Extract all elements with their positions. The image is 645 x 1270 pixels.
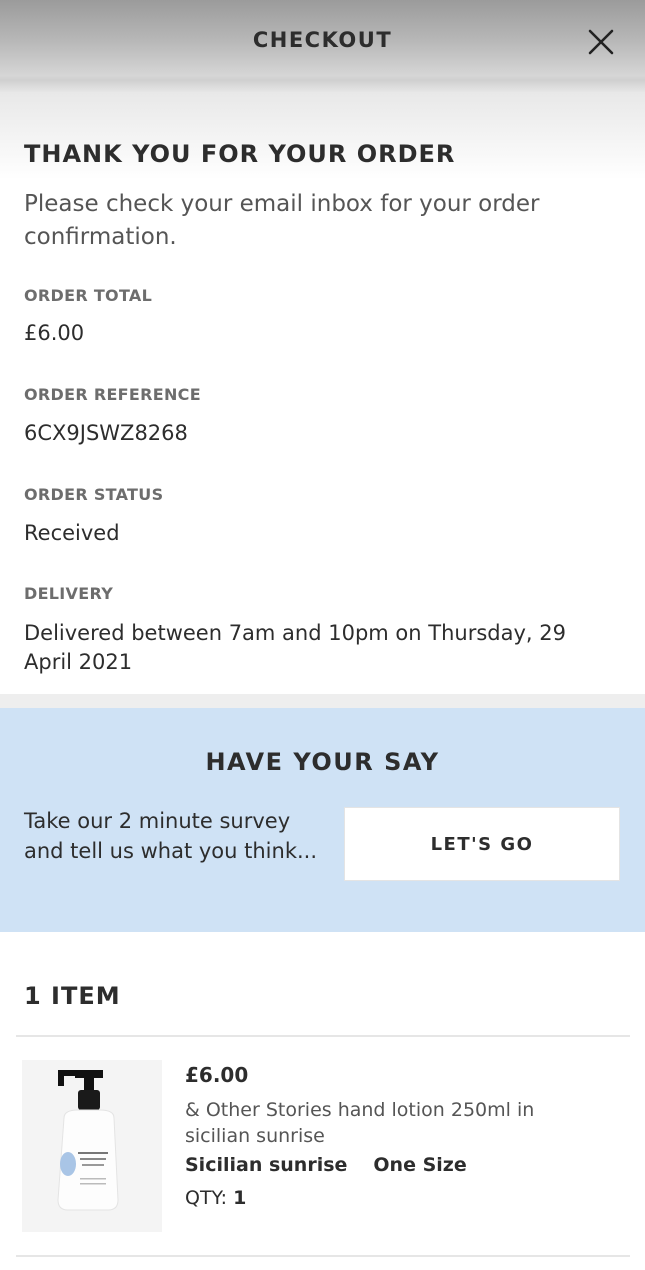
lets-go-button[interactable]: LET'S GO [344,807,620,881]
qty-label: QTY: [185,1187,228,1209]
qty-value: 1 [233,1187,247,1209]
confirmation-subtitle: Please check your email inbox for your o… [24,191,540,250]
item-variant: Sicilian sunrise One Size [185,1154,467,1176]
order-total-value: £6.00 [24,321,85,345]
item-size: One Size [373,1154,467,1176]
item-quantity: QTY: 1 [185,1187,246,1209]
order-status-label: ORDER STATUS [24,485,164,504]
delivery-value: Delivered between 7am and 10pm on Thursd… [24,621,566,674]
order-reference-value: 6CX9JSWZ8268 [24,421,188,445]
delivery-label: DELIVERY [24,584,114,603]
confirmation-title: THANK YOU FOR YOUR ORDER [24,140,456,168]
order-total-label: ORDER TOTAL [24,286,153,305]
section-divider [0,694,645,708]
items-divider-top [16,1035,630,1037]
items-divider-bottom [16,1255,630,1257]
hand-lotion-bottle-image [22,1060,162,1232]
order-reference-label: ORDER REFERENCE [24,385,201,404]
item-name[interactable]: & Other Stories hand lotion 250ml in sic… [185,1097,605,1149]
header-bar: CHECKOUT [0,0,645,92]
items-count: 1 ITEM [24,982,121,1010]
survey-title: HAVE YOUR SAY [205,748,440,776]
order-status-value: Received [24,521,120,545]
page-title: CHECKOUT [252,28,393,52]
item-price: £6.00 [185,1063,249,1087]
survey-panel: HAVE YOUR SAY Take our 2 minute survey a… [0,708,645,932]
close-icon[interactable] [586,27,616,57]
survey-text: Take our 2 minute survey and tell us wha… [24,809,318,863]
item-colour: Sicilian sunrise [185,1154,348,1176]
